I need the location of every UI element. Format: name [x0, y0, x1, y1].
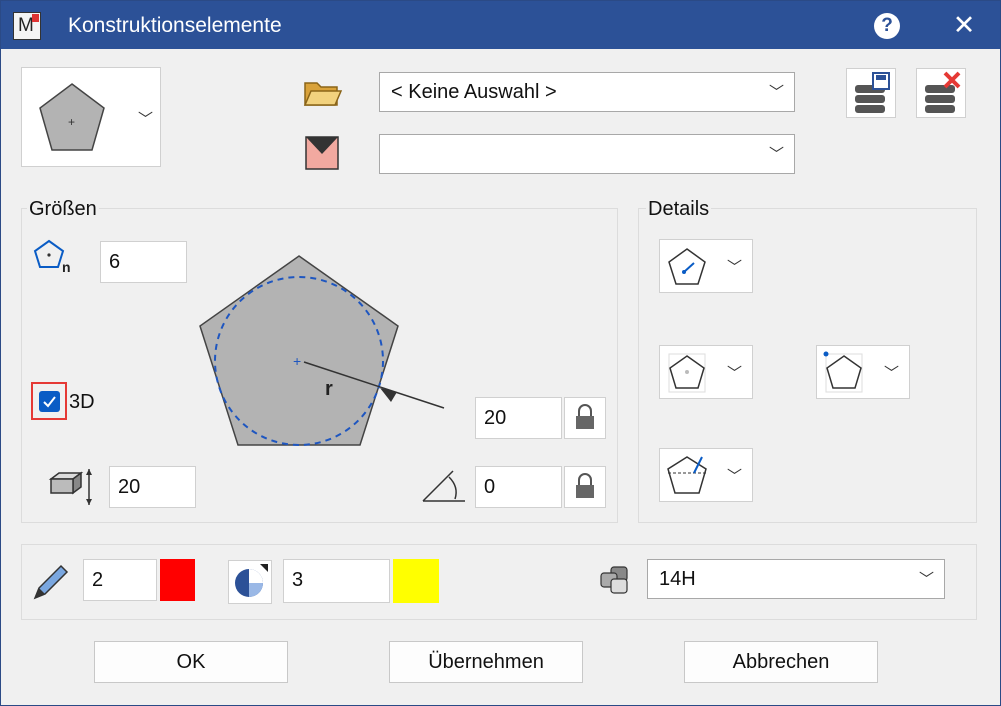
- delete-from-database-button[interactable]: [916, 68, 966, 118]
- dialog-window: M Konstruktionselemente ? ✕ + ﹀ < Keine …: [0, 0, 1001, 706]
- folder-icon: [303, 82, 343, 106]
- details-label: Details: [646, 198, 712, 221]
- pie-fill-icon: [235, 564, 268, 597]
- lock-icon: [576, 473, 594, 498]
- angle-icon: [422, 470, 465, 502]
- chevron-down-icon: ﹀: [768, 84, 784, 101]
- pen-color-swatch[interactable]: [160, 559, 195, 601]
- height-input[interactable]: 20: [109, 466, 196, 508]
- pentagon-illustration: +: [199, 255, 445, 446]
- close-icon[interactable]: ✕: [949, 10, 979, 40]
- save-to-database-button[interactable]: [846, 68, 896, 118]
- angle-input[interactable]: 0: [475, 466, 562, 508]
- chevron-down-icon: ﹀: [768, 146, 784, 163]
- checkbox-3d-label: 3D: [69, 391, 95, 413]
- title-bar[interactable]: M Konstruktionselemente ? ✕: [1, 1, 1000, 49]
- database-save-icon: [855, 72, 890, 113]
- corner-letter: n: [62, 259, 71, 275]
- corner-count-input[interactable]: 6: [100, 241, 187, 283]
- app-icon: M: [13, 12, 41, 40]
- radius-letter: r: [325, 378, 333, 400]
- radius-lock-button[interactable]: [564, 397, 606, 439]
- chevron-down-icon: ﹀: [883, 365, 899, 382]
- fill-pattern-button[interactable]: [228, 560, 272, 604]
- detail-radius-type-button[interactable]: ﹀: [659, 239, 753, 293]
- pentagon-rotation-icon: [667, 456, 707, 494]
- pentagon-icon: +: [39, 83, 105, 151]
- apply-button[interactable]: Übernehmen: [389, 641, 583, 683]
- pentagon-corner-icon: [823, 351, 863, 393]
- lock-icon: [576, 404, 594, 429]
- detail-bounding-corner-button[interactable]: ﹀: [816, 345, 910, 399]
- checkmark-icon: [43, 396, 56, 408]
- shape-type-selector[interactable]: + ﹀: [21, 67, 161, 167]
- pentagon-radius-icon: [668, 248, 706, 285]
- cancel-button[interactable]: Abbrechen: [684, 641, 878, 683]
- layer-combo-value: 14H: [659, 568, 696, 590]
- pen-icon: [33, 564, 69, 600]
- catalog-combo[interactable]: < Keine Auswahl > ﹀: [379, 72, 795, 112]
- groessen-label: Größen: [27, 198, 99, 221]
- style-envelope-icon: [305, 136, 339, 170]
- svg-text:+: +: [68, 115, 75, 129]
- detail-bounding-center-button[interactable]: ﹀: [659, 345, 753, 399]
- catalog-combo-value: < Keine Auswahl >: [391, 81, 557, 103]
- pentagon-center-icon: [668, 353, 706, 393]
- radius-arrow-icon: [380, 388, 397, 402]
- help-icon[interactable]: ?: [874, 13, 900, 39]
- window-title: Konstruktionselemente: [68, 14, 282, 37]
- pattern-color-swatch[interactable]: [393, 559, 439, 603]
- angle-lock-button[interactable]: [564, 466, 606, 508]
- layer-icon: [600, 566, 628, 594]
- svg-text:+: +: [293, 353, 301, 369]
- style-combo[interactable]: ﹀: [379, 134, 795, 174]
- checkbox-3d-focus: [31, 382, 67, 420]
- checkbox-3d[interactable]: [39, 391, 60, 412]
- chevron-down-icon: ﹀: [726, 365, 742, 382]
- layer-combo[interactable]: 14H ﹀: [647, 559, 945, 599]
- chevron-down-icon: ﹀: [138, 111, 154, 128]
- pattern-input[interactable]: 3: [283, 559, 390, 603]
- detail-rotation-button[interactable]: ﹀: [659, 448, 753, 502]
- radius-input[interactable]: 20: [475, 397, 562, 439]
- chevron-down-icon: ﹀: [726, 259, 742, 276]
- database-delete-icon: [925, 71, 961, 113]
- chevron-down-icon: ﹀: [726, 468, 742, 485]
- ok-button[interactable]: OK: [94, 641, 288, 683]
- chevron-down-icon: ﹀: [918, 571, 934, 588]
- pen-thickness-input[interactable]: 2: [83, 559, 157, 601]
- height-box-icon: [48, 469, 92, 505]
